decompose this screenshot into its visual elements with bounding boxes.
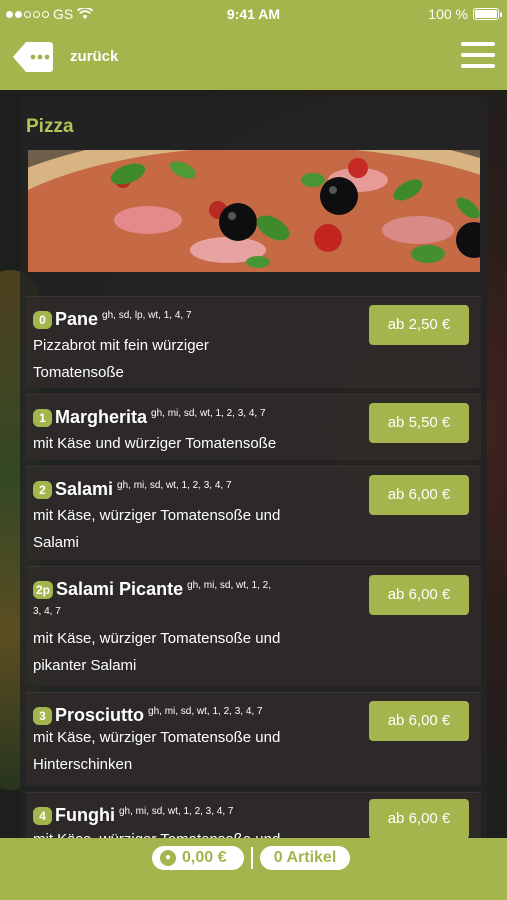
- cart-total: 0,00 €: [182, 849, 227, 866]
- item-description-line: pikanter Salami: [33, 657, 137, 674]
- status-right: 100 %: [428, 6, 502, 22]
- price-button[interactable]: ab 2,50 €: [369, 305, 469, 345]
- cart-total-button[interactable]: ● 0,00 €: [152, 846, 244, 870]
- item-header: 4 Funghi gh, mi, sd, wt, 1, 2, 3, 4, 7: [33, 802, 323, 827]
- list-item[interactable]: 2 Salami gh, mi, sd, wt, 1, 2, 3, 4, 7 mit…: [26, 466, 481, 560]
- item-description-line: Salami: [33, 534, 79, 551]
- item-allergens: gh, mi, sd, wt, 1, 2, 3, 4, 7: [151, 408, 266, 419]
- price-button[interactable]: ab 5,50 €: [369, 403, 469, 443]
- item-number-badge: 1: [33, 409, 52, 427]
- battery-icon: [473, 8, 502, 20]
- list-item[interactable]: 2p Salami Picante gh, mi, sd, wt, 1, 2, 3,…: [26, 566, 481, 686]
- menu-panel: Pizza 0 Pane gh, sd, lp, wt, 1, 4, 7 Piz…: [20, 96, 487, 838]
- shopping-cart-icon: ●: [160, 850, 176, 866]
- cart-bar: ● 0,00 € 0 Artikel: [0, 838, 507, 900]
- item-description: mit Käse und würziger Tomatensoße: [33, 430, 333, 457]
- item-description: Pizzabrot mit fein würziger Tomatensoße: [33, 332, 333, 386]
- item-number-badge: 4: [33, 807, 52, 825]
- item-description-line: Tomatensoße: [33, 364, 124, 381]
- item-number-badge: 0: [33, 311, 52, 329]
- cart-count-button[interactable]: 0 Artikel: [260, 846, 350, 870]
- item-description-line: mit Käse, würziger Tomatensoße und: [33, 507, 281, 524]
- item-number-badge: 2p: [33, 581, 54, 599]
- list-item[interactable]: 4Funghigh, mi, sd, wt, 1, 2, 3, 4, 7 mit…: [26, 792, 481, 838]
- price-button[interactable]: ab 6,00 €: [369, 575, 469, 615]
- item-description-line: mit Käse, würziger Tomatensoße und: [33, 630, 281, 647]
- item-header: 0 Pane gh, sd, lp, wt, 1, 4, 7: [33, 306, 323, 331]
- item-description: mit Käse, würziger Tomatensoße und Salam…: [33, 502, 333, 556]
- list-item[interactable]: 3 Prosciutto gh, mi, sd, wt, 1, 2, 3, 4, 7…: [26, 692, 481, 786]
- back-tag-icon: [13, 42, 53, 72]
- item-number-badge: 2: [33, 481, 52, 499]
- item-description-line: mit Käse, würziger Tomatensoße und: [33, 729, 281, 746]
- item-header: 2p Salami Picante gh, mi, sd, wt, 1, 2, 3,…: [33, 576, 323, 623]
- back-button[interactable]: [12, 41, 54, 73]
- item-description: mit Käse, würziger Tomatensoße und pikan…: [33, 625, 333, 679]
- nav-bar: zurück: [0, 28, 507, 90]
- price-button[interactable]: ab 6,00 €: [369, 475, 469, 515]
- item-description: mit Käse, würziger Tomatensoße und Hinte…: [33, 724, 333, 778]
- divider: [251, 847, 253, 869]
- item-allergens-continued: 3, 4, 7: [33, 606, 61, 617]
- battery-percent: 100 %: [428, 6, 468, 22]
- item-name: Salami Picante: [56, 579, 184, 599]
- item-name: Prosciutto: [55, 705, 145, 725]
- item-header: 1 Margherita gh, mi, sd, wt, 1, 2, 3, 4, 7: [33, 404, 323, 429]
- list-item[interactable]: 0 Pane gh, sd, lp, wt, 1, 4, 7 Pizzabrot m…: [26, 296, 481, 388]
- item-allergens: gh, mi, sd, wt, 1, 2, 3, 4, 7: [148, 706, 263, 717]
- item-description: mit Käse, würziger Tomatensoße und: [33, 826, 333, 838]
- list-item[interactable]: 1 Margherita gh, mi, sd, wt, 1, 2, 3, 4, 7…: [26, 394, 481, 460]
- pizza-photo: [28, 150, 480, 272]
- back-label[interactable]: zurück: [70, 48, 118, 65]
- hamburger-icon[interactable]: [461, 42, 495, 72]
- item-name: Margherita: [55, 407, 148, 427]
- item-number-badge: 3: [33, 707, 52, 725]
- item-description-line: mit Käse und würziger Tomatensoße: [33, 435, 277, 452]
- item-allergens: gh, mi, sd, wt, 1, 2, 3, 4, 7: [117, 480, 232, 491]
- item-header: 2 Salami gh, mi, sd, wt, 1, 2, 3, 4, 7: [33, 476, 323, 501]
- section-title: Pizza: [26, 116, 74, 137]
- price-button[interactable]: ab 6,00 €: [369, 701, 469, 741]
- item-description-line: Hinterschinken: [33, 756, 133, 773]
- item-allergens: gh, mi, sd, wt, 1, 2, 3, 4, 7: [118, 806, 234, 817]
- status-bar: GS 9:41 AM 100 %: [0, 0, 507, 28]
- price-button[interactable]: ab 6,00 €: [369, 799, 469, 838]
- item-name: Salami: [55, 479, 114, 499]
- item-name: Pane: [55, 309, 99, 329]
- item-allergens: gh, sd, lp, wt, 1, 4, 7: [102, 310, 192, 321]
- item-description-line: mit Käse, würziger Tomatensoße und: [33, 826, 333, 838]
- item-name: Funghi: [55, 805, 115, 825]
- item-allergens: gh, mi, sd, wt, 1, 2,: [187, 580, 272, 591]
- item-description-line: Pizzabrot mit fein würziger: [33, 337, 209, 354]
